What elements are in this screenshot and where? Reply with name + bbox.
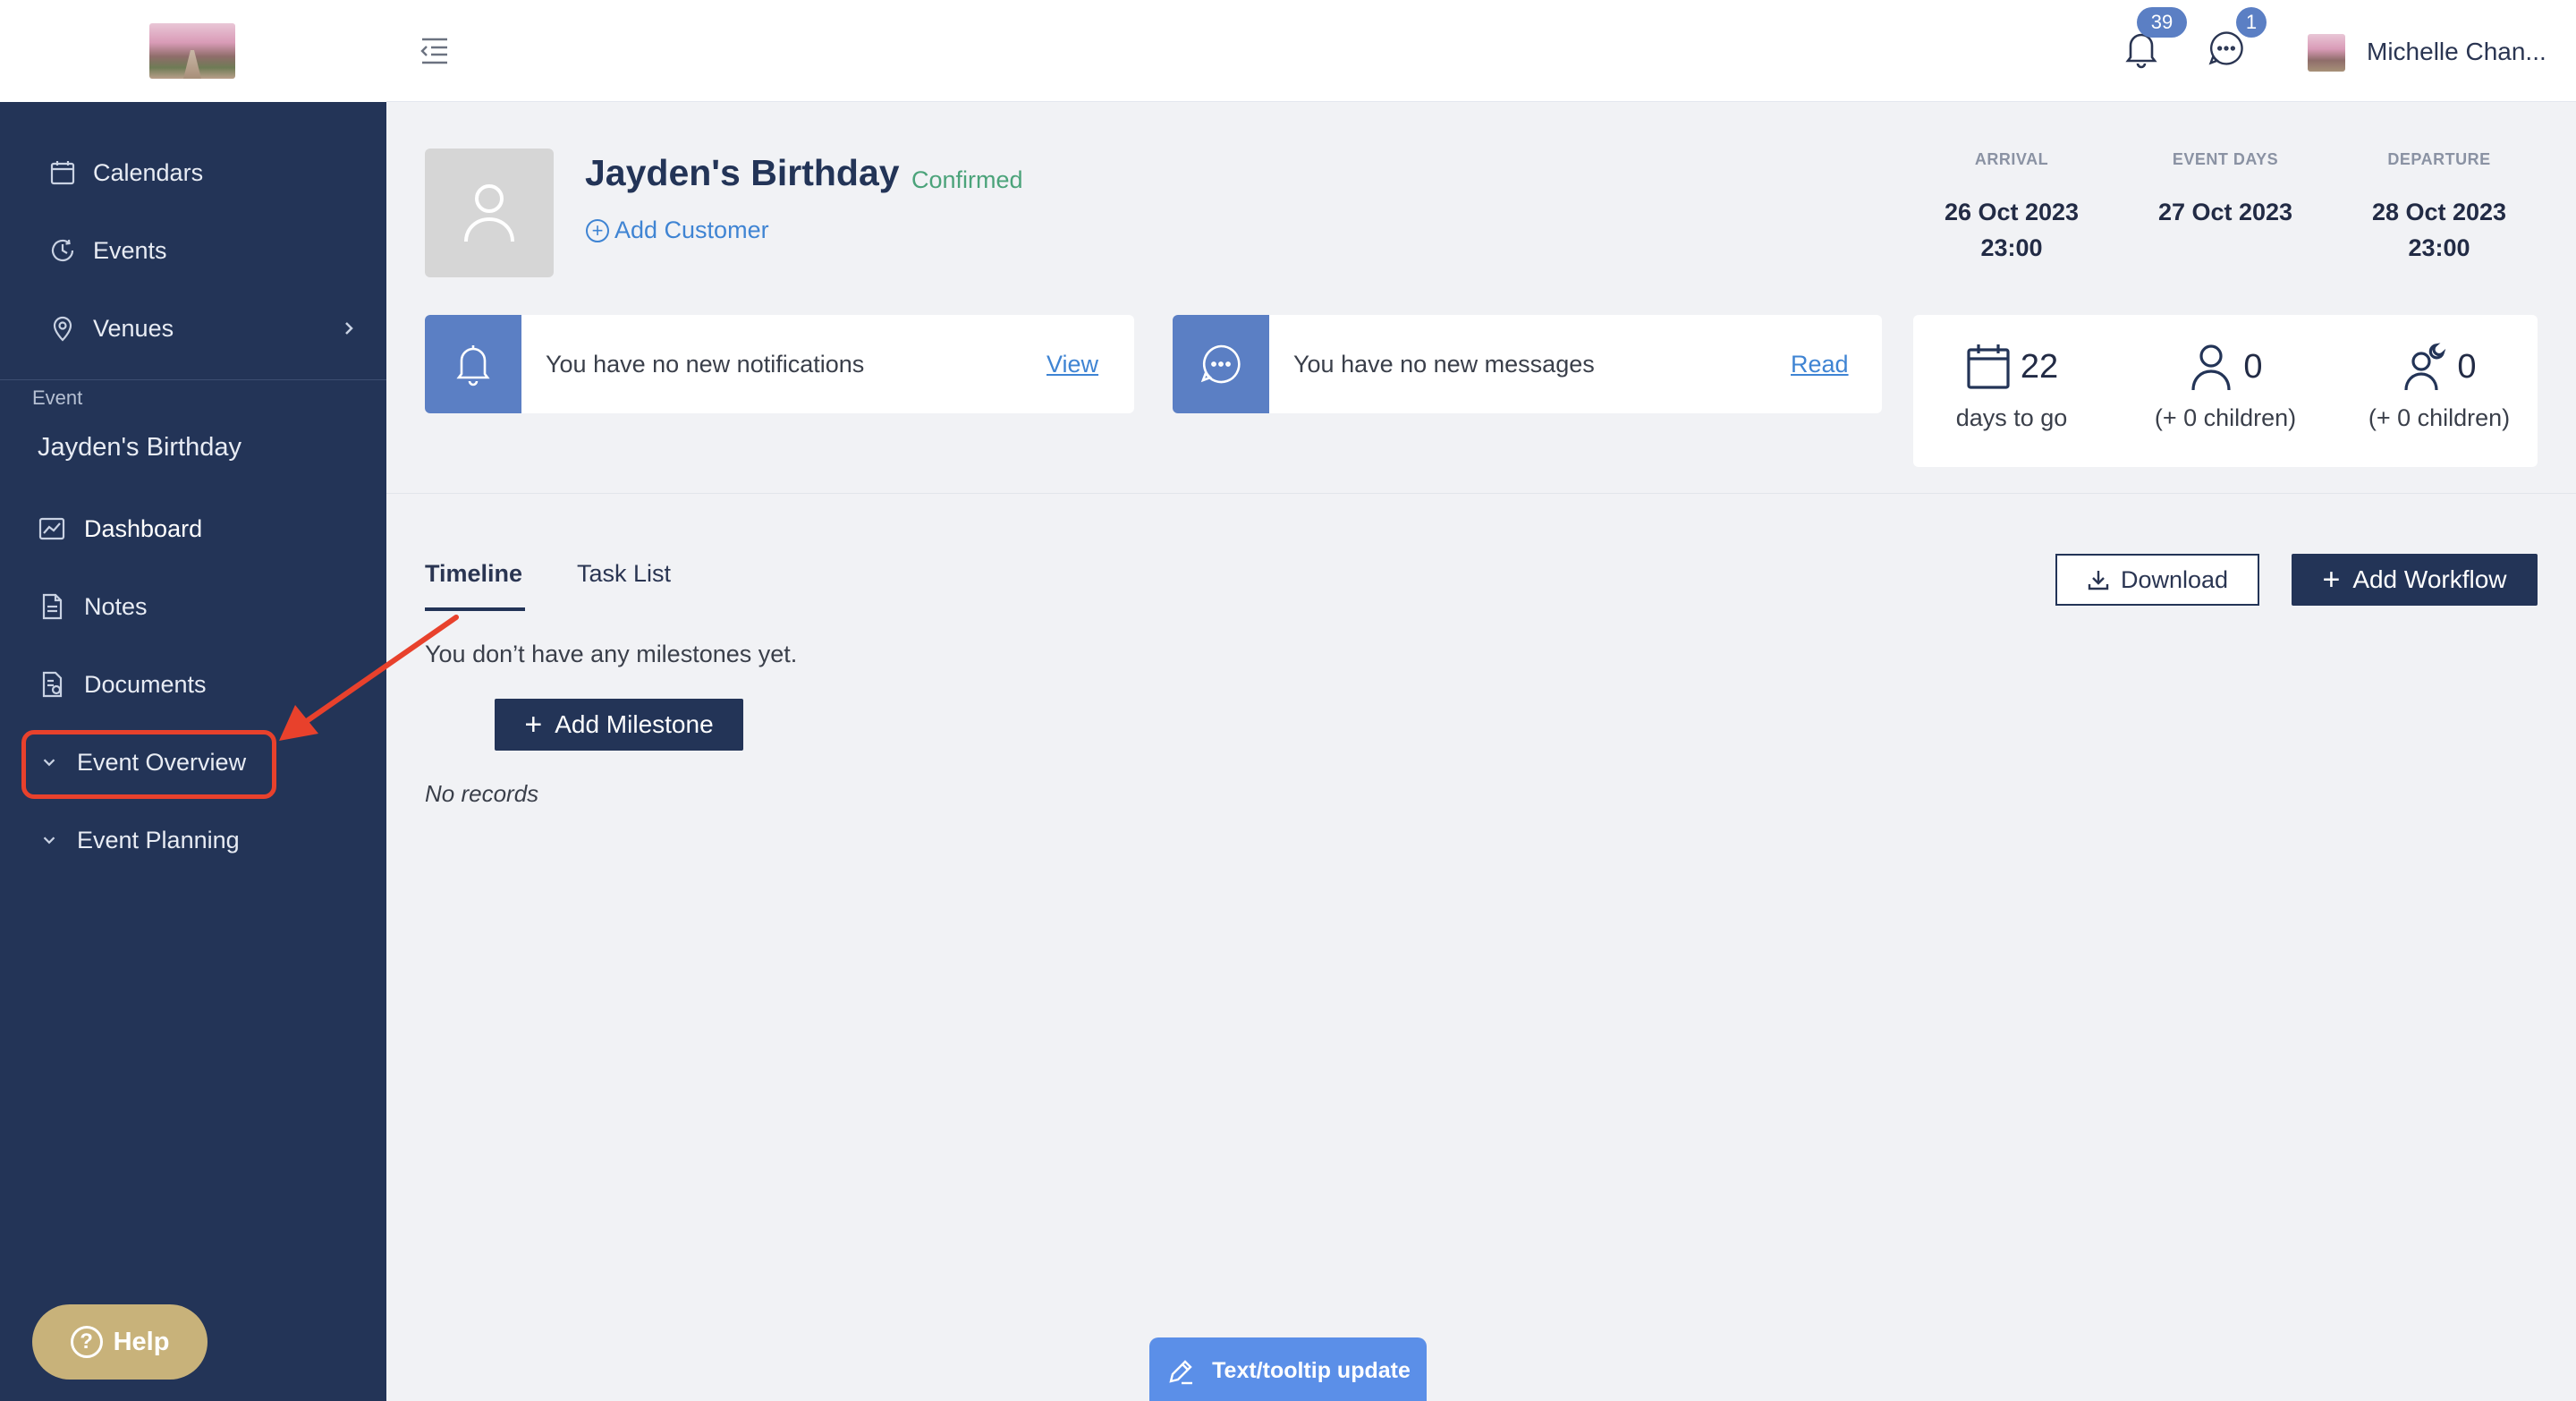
question-icon: ? (70, 1326, 103, 1358)
overnight-label: (+ 0 children) (2368, 404, 2511, 431)
event-days-column: EVENT DAYS 27 Oct 2023 (2127, 150, 2324, 230)
menu-collapse-icon[interactable] (419, 36, 451, 66)
calendar-icon (1967, 344, 2010, 389)
add-customer-label: Add Customer (614, 217, 769, 243)
event-title: Jayden's Birthday (585, 152, 900, 193)
help-button[interactable]: ? Help (32, 1304, 208, 1380)
text-tooltip-update-button[interactable]: Text/tooltip update (1149, 1337, 1427, 1401)
calendar-icon (47, 157, 79, 189)
add-customer-link[interactable]: + Add Customer (586, 217, 769, 244)
arrival-date: 26 Oct 2023 (1944, 199, 2080, 225)
days-value: 22 (2020, 347, 2059, 386)
note-icon (36, 590, 68, 623)
sidebar-divider (0, 379, 386, 380)
arrival-header: ARRIVAL (1974, 150, 2049, 168)
chat-icon (1173, 315, 1269, 413)
sidebar-item-label: Venues (93, 314, 174, 342)
tooltip-update-label: Text/tooltip update (1212, 1358, 1411, 1383)
logo-image[interactable] (149, 23, 235, 79)
user-placeholder-icon (464, 184, 514, 242)
sidebar-item-dashboard[interactable]: Dashboard (0, 502, 386, 556)
chart-icon (36, 513, 68, 545)
notifications-card: You have no new notifications View (425, 315, 1134, 413)
add-milestone-label: Add Milestone (555, 710, 714, 738)
add-workflow-label: Add Workflow (2352, 565, 2507, 593)
add-workflow-button[interactable]: + Add Workflow (2292, 554, 2538, 606)
departure-header: DEPARTURE (2387, 150, 2491, 168)
adults-label: (+ 0 children) (2154, 404, 2297, 431)
notification-count-badge: 39 (2137, 7, 2187, 38)
sidebar-item-label: Documents (84, 670, 207, 698)
sidebar-item-calendars[interactable]: Calendars (0, 146, 386, 200)
person-icon (2191, 344, 2232, 391)
overnight-value: 0 (2457, 347, 2477, 386)
logo-container (0, 0, 386, 102)
messages-card: You have no new messages Read (1173, 315, 1882, 413)
tab-task-list[interactable]: Task List (577, 560, 671, 588)
sidebar-item-label: Notes (84, 592, 148, 620)
sidebar-item-label: Events (93, 236, 167, 264)
days-label: days to go (1955, 404, 2068, 431)
customer-avatar (425, 149, 554, 277)
no-records-text: No records (425, 780, 539, 807)
sidebar-event-name[interactable]: Jayden's Birthday (38, 433, 242, 463)
arrival-time: 23:00 (1980, 234, 2043, 261)
sidebar-group-label: Event Planning (77, 826, 240, 853)
plus-circle-icon: + (586, 218, 609, 242)
read-messages-link[interactable]: Read (1791, 351, 1849, 378)
download-icon (2088, 571, 2109, 590)
event-days-header: EVENT DAYS (2172, 150, 2279, 168)
notifications-text: You have no new notifications (546, 351, 865, 378)
days-to-go-stat: 22 days to go (1913, 340, 2110, 432)
annotation-arrow (279, 615, 459, 741)
person-moon-icon (2404, 343, 2446, 391)
chevron-down-icon (39, 830, 59, 850)
event-days-value: 27 Oct 2023 (2157, 199, 2293, 225)
bell-icon (425, 315, 521, 413)
document-icon (36, 668, 68, 700)
download-label: Download (2120, 565, 2229, 593)
stats-card: 22 days to go 0 (+ 0 children) 0 (+ 0 ch… (1913, 315, 2538, 467)
location-pin-icon (47, 312, 79, 344)
guests-stat: 0 (+ 0 children) (2127, 340, 2324, 432)
sidebar-section-label: Event (32, 386, 83, 409)
arrival-column: ARRIVAL 26 Oct 2023 23:00 (1913, 150, 2110, 266)
help-label: Help (113, 1327, 170, 1356)
plus-icon: + (524, 708, 543, 742)
messages-text: You have no new messages (1293, 351, 1595, 378)
event-status: Confirmed (911, 166, 1023, 193)
sidebar-item-events[interactable]: Events (0, 224, 386, 277)
top-bar: 39 1 Michelle Chan... (386, 0, 2576, 102)
section-divider (386, 493, 2576, 494)
message-count-badge: 1 (2236, 7, 2267, 38)
view-notifications-link[interactable]: View (1046, 351, 1098, 378)
overnight-stat: 0 (+ 0 children) (2341, 340, 2538, 432)
download-button[interactable]: Download (2055, 554, 2259, 606)
sidebar-item-label: Calendars (93, 158, 204, 186)
add-milestone-button[interactable]: + Add Milestone (495, 699, 743, 751)
user-name[interactable]: Michelle Chan... (2367, 38, 2546, 66)
pencil-icon (1169, 1359, 1193, 1384)
departure-time: 23:00 (2408, 234, 2470, 261)
clock-icon (47, 234, 79, 267)
sidebar-group-event-planning[interactable]: Event Planning (0, 813, 386, 867)
departure-column: DEPARTURE 28 Oct 2023 23:00 (2341, 150, 2538, 266)
avatar[interactable] (2308, 34, 2345, 72)
highlight-box (21, 730, 276, 799)
sidebar-item-venues[interactable]: Venues (0, 301, 386, 355)
tab-timeline[interactable]: Timeline (425, 560, 522, 588)
plus-icon: + (2322, 563, 2341, 597)
sidebar-item-label: Dashboard (84, 514, 203, 542)
adults-value: 0 (2243, 347, 2263, 386)
departure-date: 28 Oct 2023 (2371, 199, 2507, 225)
chevron-right-icon (338, 318, 360, 339)
